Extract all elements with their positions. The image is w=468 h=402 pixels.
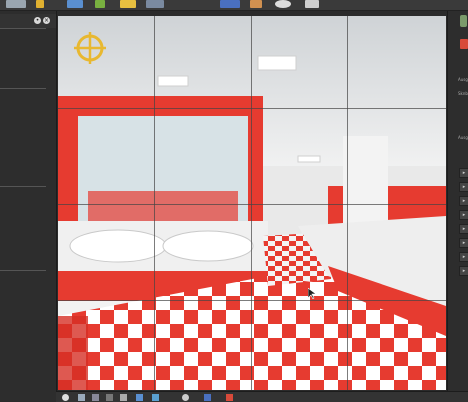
render-icon[interactable]	[305, 0, 319, 8]
color-swatch-icon[interactable]	[120, 0, 136, 8]
guide-line	[347, 16, 348, 390]
expand-arrow[interactable]: ▸	[459, 252, 468, 262]
top-toolbar	[0, 0, 468, 11]
left-panel-header: • ×	[0, 14, 56, 28]
funnel-icon[interactable]	[120, 394, 127, 401]
guide-line	[251, 16, 252, 390]
mouse-cursor-icon	[308, 288, 316, 299]
guide-line	[58, 204, 446, 205]
pan-icon[interactable]	[78, 394, 85, 401]
line-icon[interactable]	[106, 394, 113, 401]
panel-label: Ausg	[458, 135, 468, 140]
left-panel	[0, 11, 57, 401]
expand-arrow[interactable]: ▸	[459, 238, 468, 248]
close-button[interactable]: ×	[43, 17, 50, 24]
paint-icon[interactable]	[36, 0, 44, 8]
guide-line	[58, 108, 446, 109]
render-viewport[interactable]	[58, 16, 446, 390]
expand-arrow[interactable]: ▸	[459, 266, 468, 276]
expand-arrow[interactable]: ▸	[459, 224, 468, 234]
guide-line	[58, 300, 446, 301]
bathroom-render	[58, 16, 446, 390]
binoculars-icon[interactable]	[220, 0, 240, 8]
figure-icon[interactable]	[460, 15, 467, 27]
wand-icon[interactable]	[146, 0, 164, 8]
window-icon[interactable]	[6, 0, 26, 8]
camera-icon[interactable]	[182, 394, 189, 401]
panel-label: Sknb	[458, 91, 468, 96]
color-icon[interactable]	[67, 0, 83, 8]
expand-arrow[interactable]: ▸	[459, 168, 468, 178]
notes-icon[interactable]	[250, 0, 262, 8]
divider	[0, 28, 46, 29]
target-icon[interactable]	[74, 32, 106, 64]
sphere-icon[interactable]	[275, 0, 291, 8]
globe-icon[interactable]	[62, 394, 69, 401]
stop-icon[interactable]	[226, 394, 233, 401]
image-icon[interactable]	[152, 394, 159, 401]
expand-arrow[interactable]: ▸	[459, 182, 468, 192]
divider	[0, 270, 46, 271]
pin-button[interactable]: •	[34, 17, 41, 24]
red-material-icon[interactable]	[460, 39, 468, 49]
move-icon[interactable]	[136, 394, 143, 401]
guide-line	[154, 16, 155, 390]
grid-icon[interactable]	[92, 394, 99, 401]
bottom-toolbar	[56, 391, 468, 402]
divider	[0, 186, 46, 187]
expand-arrow[interactable]: ▸	[459, 196, 468, 206]
mesh-icon[interactable]	[95, 0, 105, 8]
expand-arrow[interactable]: ▸	[459, 210, 468, 220]
right-panel: Ausg Sknb Ausg ▸ ▸ ▸ ▸ ▸ ▸ ▸ ▸	[447, 11, 468, 401]
divider	[0, 88, 46, 89]
panel-label: Ausg	[458, 77, 468, 82]
save-icon[interactable]	[204, 394, 211, 401]
